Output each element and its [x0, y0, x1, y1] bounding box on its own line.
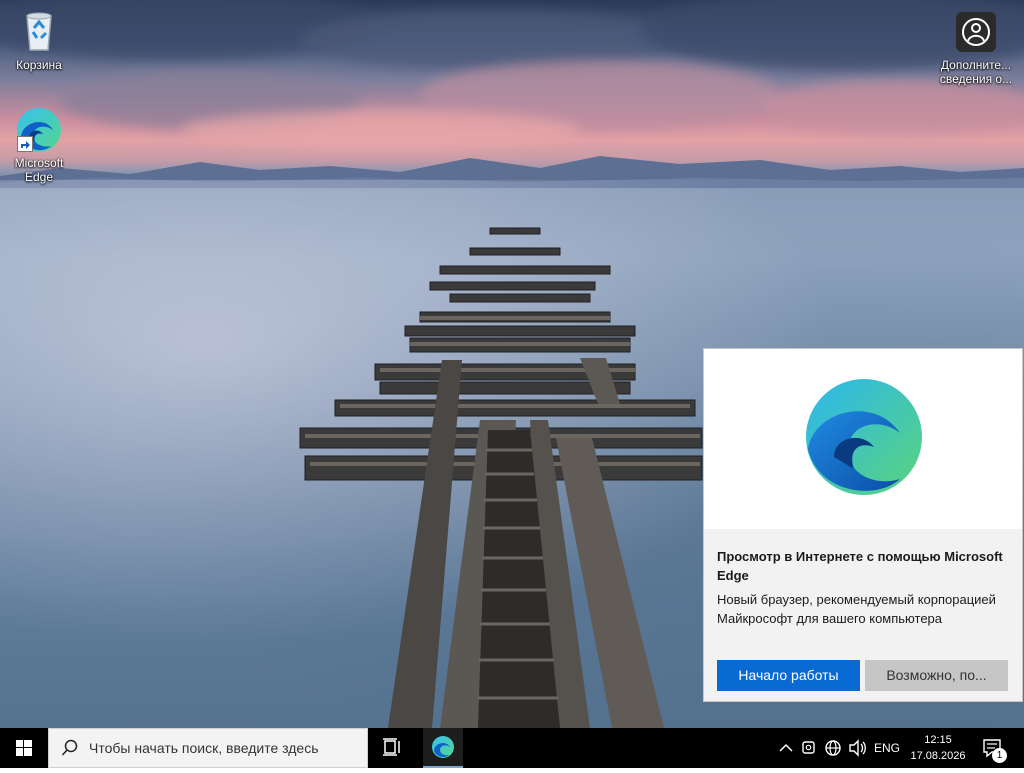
- microsoft-edge-icon: [15, 106, 63, 154]
- shortcut-arrow-icon: [17, 136, 33, 152]
- desktop-icon-microsoft-edge[interactable]: Microsoft Edge: [1, 106, 77, 184]
- taskbar-edge-button[interactable]: [423, 728, 463, 768]
- desktop-icon-additional-info[interactable]: Дополните... сведения о...: [936, 12, 1016, 86]
- desktop-icon-recycle-bin[interactable]: Корзина: [1, 8, 77, 72]
- maybe-later-button[interactable]: Возможно, по...: [865, 660, 1008, 691]
- meet-now-icon: [802, 741, 815, 754]
- taskbar-clock[interactable]: 12:15 17.08.2026: [905, 732, 971, 764]
- task-view-button[interactable]: [368, 728, 416, 768]
- notification-count-badge: 1: [992, 748, 1007, 763]
- globe-icon: [825, 740, 841, 756]
- microsoft-edge-taskbar-icon: [432, 736, 454, 758]
- chevron-up-icon: [779, 743, 793, 752]
- edge-promo-notification[interactable]: Просмотр в Интернете с помощью Microsoft…: [703, 348, 1023, 702]
- clock-date: 17.08.2026: [910, 750, 966, 762]
- task-view-icon: [383, 738, 400, 756]
- show-hidden-icons-button[interactable]: [776, 728, 796, 768]
- recycle-bin-icon: [15, 8, 63, 56]
- action-center-button[interactable]: 1: [978, 728, 1008, 768]
- start-button[interactable]: [0, 728, 48, 768]
- get-started-button[interactable]: Начало работы: [717, 660, 860, 691]
- speaker-icon: [849, 739, 866, 757]
- network-button[interactable]: [822, 728, 844, 768]
- taskbar-search-box[interactable]: Чтобы начать поиск, введите здесь: [48, 728, 368, 768]
- volume-button[interactable]: [846, 728, 870, 768]
- additional-info-label: Дополните... сведения о...: [939, 58, 1013, 86]
- clock-time: 12:15: [924, 734, 952, 746]
- meet-now-button[interactable]: [798, 728, 820, 768]
- recycle-bin-label: Корзина: [16, 58, 62, 72]
- search-icon: [61, 739, 78, 756]
- taskbar: Чтобы начать поиск, введите здесь ENG 12…: [0, 728, 1024, 768]
- search-placeholder: Чтобы начать поиск, введите здесь: [89, 740, 319, 756]
- user-circle-icon: [956, 12, 996, 52]
- input-language-indicator[interactable]: ENG: [874, 741, 900, 755]
- notification-hero-image: [704, 349, 1022, 529]
- microsoft-edge-logo-icon: [806, 379, 922, 495]
- windows-logo-icon: [16, 740, 32, 756]
- notification-title: Просмотр в Интернете с помощью Microsoft…: [717, 549, 1003, 583]
- microsoft-edge-label: Microsoft Edge: [14, 156, 64, 184]
- notification-body: Новый браузер, рекомендуемый корпорацией…: [717, 592, 996, 626]
- notification-icon: [983, 739, 1001, 758]
